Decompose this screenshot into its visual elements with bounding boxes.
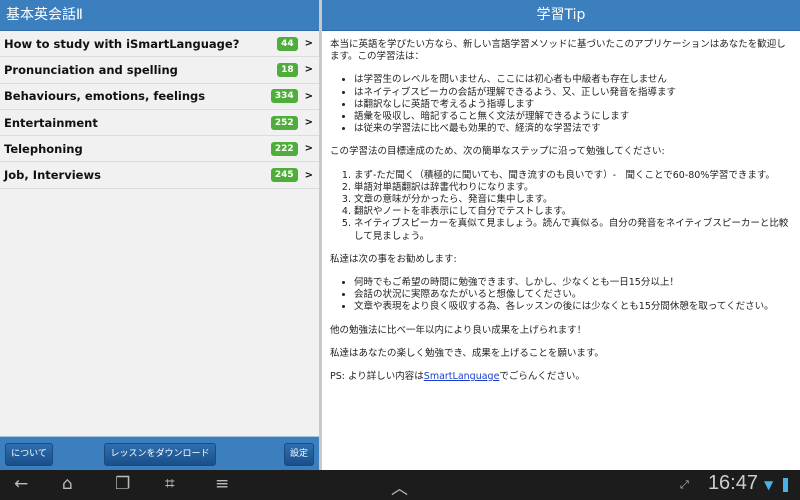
- feature-item: は翻訳なしに英語で考えるよう指導します: [354, 99, 792, 111]
- back-icon[interactable]: ←: [14, 474, 28, 494]
- ps-suffix: でごらんください。: [499, 371, 585, 383]
- recommend-item: 会話の状況に実際あなたがいると想像してください。: [354, 289, 792, 301]
- tip-panel: 学習Tip 本当に英語を学びたい方なら、新しい言語学習メソッドに基づいたこのアプ…: [322, 0, 800, 470]
- battery-icon: [783, 478, 788, 492]
- clock: 16:47: [707, 472, 758, 494]
- feature-item: 語彙を吸収し、暗記すること無く文法が理解できるようにします: [354, 111, 792, 123]
- lesson-item[interactable]: How to study with iSmartLanguage? 44 >: [0, 31, 319, 58]
- menu-icon[interactable]: ≡: [215, 474, 229, 494]
- chevron-right-icon: >: [304, 143, 313, 155]
- steps-intro: この学習法の目標達成のため、次の簡単なステップに沿って勉強してください:: [330, 146, 665, 158]
- chevron-right-icon: >: [304, 38, 313, 50]
- ps-prefix: PS: より詳しい内容は: [330, 371, 424, 383]
- recommend-intro: 私達は次の事をお勧めします:: [330, 253, 457, 265]
- recommend-item: 何時でもご希望の時間に勉強できます、しかし、少なくとも一日15分以上！: [354, 277, 792, 289]
- wifi-icon: ▼: [764, 478, 774, 492]
- lesson-count-badge: 18: [277, 62, 298, 77]
- lesson-title: Job, Interviews: [4, 168, 101, 183]
- screenshot-icon[interactable]: ⌗: [165, 474, 175, 494]
- lesson-item[interactable]: Behaviours, emotions, feelings 334 >: [0, 84, 319, 110]
- step-item: 文章の意味が分かったら、発音に集中します。: [354, 194, 792, 206]
- steps-list: まず-ただ聞く（積極的に聞いても、聞き流すのも良いです）- 聞くことで60-80…: [354, 170, 792, 243]
- step-item: 翻訳やノートを非表示にして自分でテストします。: [354, 206, 792, 218]
- lesson-title: How to study with iSmartLanguage?: [4, 36, 240, 51]
- ps-text: PS: より詳しい内容はSmartLanguageでごらんください。: [330, 371, 792, 383]
- lesson-count-badge: 334: [270, 89, 298, 104]
- tip-content: 本当に英語を学びたい方なら、新しい言語学習メソッドに基づいたこのアプリケーション…: [322, 31, 800, 383]
- download-lessons-button[interactable]: レッスンをダウンロード: [104, 443, 216, 466]
- lesson-list-panel: 基本英会話Ⅱ How to study with iSmartLanguage?…: [0, 0, 319, 470]
- smartlanguage-link[interactable]: SmartLanguage: [424, 371, 500, 382]
- wish-text: 私達はあなたの楽しく勉強でき、成果を上げることを願います。: [330, 347, 604, 359]
- feature-item: は従来の学習法に比べ最も効果的で、経済的な学習法です: [354, 123, 792, 135]
- settings-button[interactable]: 設定: [284, 443, 314, 466]
- app-title: 基本英会話Ⅱ: [0, 0, 319, 31]
- lesson-title: Entertainment: [4, 115, 98, 130]
- lesson-item[interactable]: Telephoning 222 >: [0, 136, 319, 163]
- step-item: ネイティブスピーカーを真似て見ましょう。読んで真似る。自分の発音をネイティブスピ…: [354, 218, 792, 242]
- lesson-item[interactable]: Entertainment 252 >: [0, 110, 319, 137]
- lesson-title: Pronunciation and spelling: [4, 62, 178, 77]
- recent-apps-icon[interactable]: ❐: [115, 474, 130, 494]
- chevron-up-icon[interactable]: ︿: [391, 474, 408, 499]
- chevron-right-icon: >: [304, 90, 313, 102]
- lesson-count-badge: 252: [270, 115, 298, 130]
- tip-title: 学習Tip: [322, 0, 800, 31]
- recommend-list: 何時でもご希望の時間に勉強できます、しかし、少なくとも一日15分以上！会話の状況…: [354, 277, 792, 314]
- home-icon[interactable]: ⌂: [62, 474, 73, 494]
- result-text: 他の勉強法に比べ一年以内により良い成果を上げられます！: [330, 324, 587, 336]
- feature-item: は学習生のレベルを問いません、ここには初心者も中級者も存在しません: [354, 74, 792, 86]
- recommend-item: 文章や表現をより良く吸収する為、各レッスンの後には少なくとも15分間休憩を取って…: [354, 301, 792, 313]
- lesson-item[interactable]: Pronunciation and spelling 18 >: [0, 57, 319, 84]
- lesson-title: Behaviours, emotions, feelings: [4, 89, 206, 104]
- system-nav-bar: ← ⌂ ❐ ⌗ ≡ ︿ ⤢ 16:47 ▼: [0, 470, 800, 500]
- lesson-count-badge: 44: [277, 36, 298, 51]
- step-item: まず-ただ聞く（積極的に聞いても、聞き流すのも良いです）- 聞くことで60-80…: [354, 170, 792, 182]
- features-list: は学習生のレベルを問いません、ここには初心者も中級者も存在しませんはネイティブス…: [354, 74, 792, 135]
- bottom-toolbar: について レッスンをダウンロード 設定: [0, 436, 319, 470]
- about-button[interactable]: について: [5, 443, 53, 466]
- feature-item: はネイティブスピーカの会話が理解できるよう、又、正しい発音を指導ます: [354, 87, 792, 99]
- lesson-count-badge: 245: [270, 168, 298, 183]
- lesson-item[interactable]: Job, Interviews 245 >: [0, 162, 319, 189]
- step-item: 単語対単語翻訳は辞書代わりになります。: [354, 182, 792, 194]
- intro-text: 本当に英語を学びたい方なら、新しい言語学習メソッドに基づいたこのアプリケーション…: [330, 39, 786, 63]
- chevron-right-icon: >: [304, 169, 313, 181]
- lesson-count-badge: 222: [270, 141, 298, 156]
- lesson-title: Telephoning: [4, 141, 83, 156]
- chevron-right-icon: >: [304, 117, 313, 129]
- fullscreen-icon[interactable]: ⤢: [680, 478, 689, 492]
- chevron-right-icon: >: [304, 64, 313, 76]
